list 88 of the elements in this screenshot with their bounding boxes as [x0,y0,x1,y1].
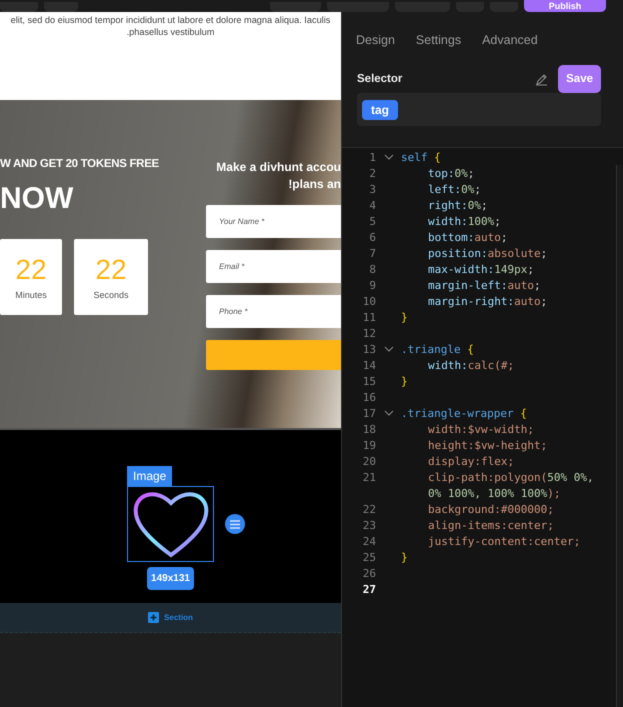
panel-tab[interactable]: Design [356,33,395,47]
promo-heading: W AND GET 20 TOKENS FREE [0,158,160,170]
code-line: } [401,374,408,388]
line-number: 19 [362,438,376,452]
code-line: margin-left:auto; [428,278,541,292]
selector-field[interactable]: tag [357,93,601,126]
input-field[interactable]: Your Name * [206,205,341,238]
tag-chip[interactable]: tag [362,100,398,120]
save-button[interactable]: Save [558,65,601,93]
code-line: clip-path:polygon(50% 0%, [428,470,594,484]
line-number: 20 [362,454,376,468]
line-number: 15 [362,374,376,388]
code-line: .triangle-wrapper { [401,406,527,420]
publish-button[interactable]: Publish [524,0,606,12]
line-number: 9 [368,278,376,292]
toolbar-button[interactable] [270,2,321,12]
line-number: 10 [362,294,376,308]
code-line: bottom:auto; [428,230,508,244]
paragraph-line: .phasellus vestibulum [126,26,214,38]
code-line: top:0%; [428,166,474,180]
selector-label: Selector [357,73,404,85]
line-number: 11 [362,310,376,324]
line-number: 16 [362,390,376,404]
line-number: 13 [362,342,376,356]
line-number: 12 [362,326,376,340]
menu-icon[interactable] [225,514,245,534]
scrollbar[interactable] [616,165,623,707]
form-title: !plans an [288,176,341,193]
line-number: 6 [368,230,376,244]
line-number: 8 [368,262,376,276]
code-line: } [401,310,408,324]
line-number: 27 [362,582,376,596]
code-line: align-items:center; [428,518,554,532]
code-line: max-width:149px; [428,262,534,276]
line-number: 3 [368,182,376,196]
countdown-value: 22 [15,254,47,286]
countdown-unit: Minutes [15,290,47,300]
line-number: 14 [362,358,376,372]
line-number: 2 [368,166,376,180]
add-section-button[interactable]: Section [148,612,193,623]
size-badge: 149x131 [147,567,194,590]
toolbar-button[interactable] [0,2,38,12]
countdown-value: 22 [95,254,127,286]
line-number: 22 [362,502,376,516]
line-number: 18 [362,422,376,436]
code-line: width:100%; [428,214,501,228]
line-number: 23 [362,518,376,532]
hero-headline: NOW [0,182,74,216]
line-number: 1 [368,150,376,164]
code-line: 0% 100%, 100% 100%); [428,486,560,500]
input-field[interactable]: Email * [206,250,341,283]
submit-button[interactable] [206,340,341,370]
code-line: } [401,550,408,564]
code-line: display:flex; [428,454,514,468]
code-line: width:$vw-width; [428,422,534,436]
line-number: 5 [368,214,376,228]
plus-icon [148,612,160,623]
line-number: 21 [362,470,376,484]
panel-tab[interactable]: Advanced [482,33,538,47]
input-field[interactable]: Phone * [206,295,341,328]
toolbar-button[interactable] [44,2,78,12]
line-number: 4 [368,198,376,212]
chevron-down-icon[interactable] [384,346,394,352]
countdown-unit: Seconds [93,290,129,300]
code-line: margin-right:auto; [428,294,548,308]
line-number: 25 [362,550,376,564]
chevron-down-icon[interactable] [384,410,394,416]
code-line: height:$vw-height; [428,438,548,452]
line-number: 7 [368,246,376,260]
code-line: self { [401,150,441,164]
element-label: Image [127,466,172,486]
code-line: background:#000000; [428,502,554,516]
panel-tab[interactable]: Settings [416,33,462,47]
code-line: right:0%; [428,198,488,212]
pencil-icon[interactable] [535,72,548,86]
code-line: width:calc(#; [428,358,514,372]
line-number: 24 [362,534,376,548]
paragraph-line: elit, sed do eiusmod tempor incididunt ut labore et dolore magna aliqua. Iaculis [10,14,330,26]
line-number: 26 [362,566,376,580]
chevron-down-icon[interactable] [384,154,394,160]
code-line: justify-content:center; [428,534,580,548]
toolbar-button[interactable] [327,2,389,12]
code-editor[interactable] [342,147,623,707]
code-line: position:absolute; [428,246,548,260]
code-line: .triangle { [401,342,474,356]
line-number: 17 [362,406,376,420]
form-title: Make a divhunt accou [216,159,341,176]
code-line: left:0%; [428,182,481,196]
